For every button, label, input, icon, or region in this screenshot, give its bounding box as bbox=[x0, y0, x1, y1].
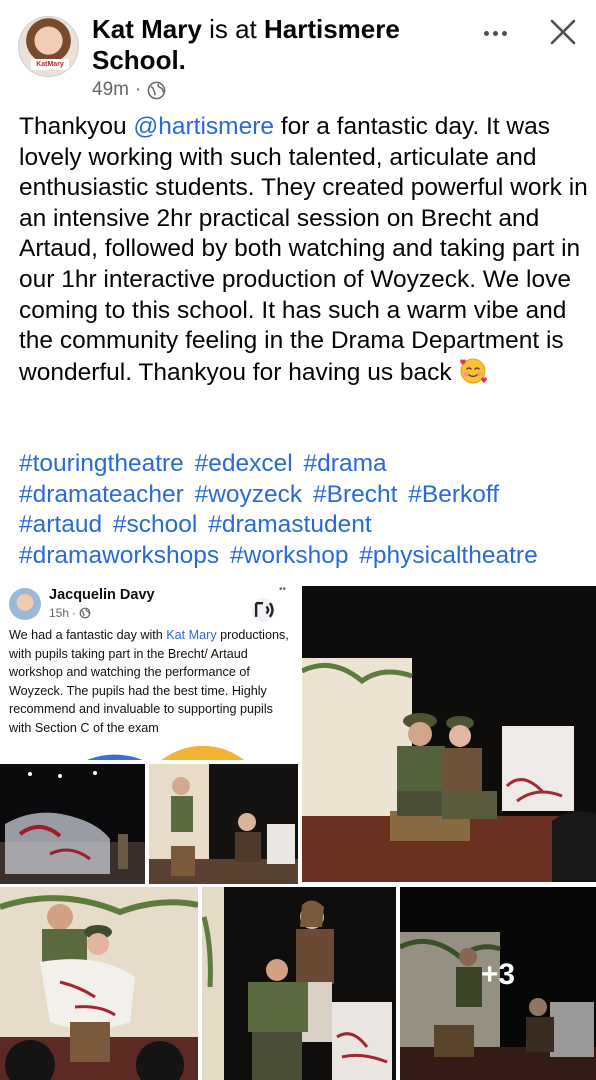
hashtag[interactable]: #artaud bbox=[19, 511, 102, 538]
sound-icon bbox=[251, 598, 275, 622]
post-title-line: Kat Mary is at Hartismere School. bbox=[92, 14, 452, 76]
photo-grid: Jacquelin Davy 15h · •• We had a fantast… bbox=[0, 584, 596, 1080]
smiling-face-with-hearts-icon bbox=[460, 358, 488, 384]
embedded-post-text: We had a fantastic day with Kat Mary pro… bbox=[9, 626, 291, 760]
hashtag[interactable]: #dramateacher bbox=[19, 481, 184, 508]
embedded-more-icon: •• bbox=[279, 584, 287, 595]
hashtag[interactable]: #touringtheatre bbox=[19, 450, 184, 477]
hashtag[interactable]: #Berkoff bbox=[408, 481, 499, 508]
author-avatar[interactable]: KatMary bbox=[18, 16, 79, 77]
hashtag[interactable]: #edexcel bbox=[195, 450, 293, 477]
post-text-intro: Thankyou bbox=[19, 113, 134, 140]
post-text-main: for a fantastic day. It was lovely worki… bbox=[19, 113, 588, 386]
author-name[interactable]: Kat Mary bbox=[92, 14, 202, 44]
embedded-author-avatar bbox=[9, 588, 41, 620]
globe-icon bbox=[147, 81, 166, 99]
hashtag[interactable]: #Brecht bbox=[313, 481, 397, 508]
hashtag[interactable]: #woyzeck bbox=[195, 481, 303, 508]
photo-stage-plastic-sheet[interactable] bbox=[0, 764, 145, 884]
hashtag[interactable]: #dramastudent bbox=[208, 511, 371, 538]
post-header: KatMary Kat Mary is at Hartismere School… bbox=[0, 0, 596, 110]
hashtag[interactable]: #dramaworkshops bbox=[19, 542, 219, 569]
embedded-text-main: productions, with pupils taking part in … bbox=[9, 628, 289, 735]
more-photos-overlay[interactable]: +3 bbox=[400, 887, 596, 1080]
theatre-masks-icon bbox=[87, 745, 245, 760]
embedded-post-time: 15h bbox=[49, 606, 70, 620]
embedded-mention-link: Kat Mary bbox=[166, 628, 217, 642]
more-photos-count: +3 bbox=[480, 957, 516, 991]
embedded-globe-icon bbox=[79, 607, 91, 619]
embedded-meta-separator: · bbox=[72, 606, 77, 620]
post-body-text: Thankyou @hartismere for a fantastic day… bbox=[19, 112, 589, 388]
embedded-text-intro: We had a fantastic day with bbox=[9, 628, 167, 642]
check-in-action: is at bbox=[209, 14, 257, 44]
hashtag[interactable]: #drama bbox=[304, 450, 387, 477]
photo-woman-standing[interactable] bbox=[202, 887, 396, 1080]
hashtag[interactable]: #workshop bbox=[230, 542, 348, 569]
post-meta: 49m · bbox=[92, 79, 166, 101]
hashtag[interactable]: #school bbox=[113, 511, 197, 538]
more-options-icon[interactable] bbox=[480, 20, 510, 46]
close-icon[interactable] bbox=[547, 16, 579, 48]
hashtag-list: #touringtheatre #edexcel #drama #dramate… bbox=[19, 449, 589, 571]
photo-stage-two-actors[interactable] bbox=[149, 764, 298, 884]
photo-soldier-kneeling[interactable] bbox=[0, 887, 198, 1080]
embedded-author-name: Jacquelin Davy bbox=[49, 587, 155, 603]
avatar-logo-badge: KatMary bbox=[31, 59, 69, 70]
embedded-post-meta: 15h · bbox=[49, 606, 91, 620]
photo-soldiers-on-crate[interactable] bbox=[302, 586, 596, 882]
hashtag[interactable]: #physicaltheatre bbox=[359, 542, 537, 569]
post-time[interactable]: 49m bbox=[92, 79, 129, 101]
meta-separator: · bbox=[134, 79, 142, 100]
mention-link[interactable]: @hartismere bbox=[133, 113, 274, 140]
photo-embedded-post-screenshot[interactable]: Jacquelin Davy 15h · •• We had a fantast… bbox=[0, 584, 298, 760]
